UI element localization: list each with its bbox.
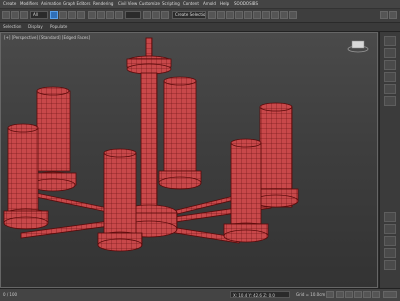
undo-icon[interactable] bbox=[2, 11, 10, 19]
modify-panel-icon[interactable] bbox=[384, 48, 396, 58]
perspective-viewport[interactable]: [+] [Perspective] [Standard] [Edged Face… bbox=[0, 32, 378, 288]
material-editor-icon[interactable] bbox=[253, 11, 261, 19]
chandelier-mesh bbox=[3, 37, 299, 252]
zoom-icon[interactable] bbox=[384, 212, 396, 222]
snap-toggle-icon[interactable] bbox=[152, 11, 160, 19]
layer-explorer-icon[interactable] bbox=[226, 11, 234, 19]
rotate-icon[interactable] bbox=[97, 11, 105, 19]
coords-readout[interactable]: X: 10.4 Y: 42.6 Z: 0.0 bbox=[230, 291, 290, 298]
menu-animation[interactable]: Animation bbox=[41, 0, 61, 8]
redo-icon[interactable] bbox=[11, 11, 19, 19]
workspace-icon[interactable] bbox=[380, 11, 388, 19]
place-icon[interactable] bbox=[115, 11, 123, 19]
menu-create[interactable]: Create bbox=[3, 0, 16, 8]
render-icon[interactable] bbox=[280, 11, 288, 19]
menu-modifiers[interactable]: Modifiers bbox=[20, 0, 38, 8]
user-icon[interactable] bbox=[389, 11, 397, 19]
menu-scripting[interactable]: Scripting bbox=[162, 0, 180, 8]
motion-panel-icon[interactable] bbox=[384, 72, 396, 82]
rect-selection-icon[interactable] bbox=[68, 11, 76, 19]
selection-filter-dropdown[interactable]: All bbox=[30, 11, 48, 19]
chandelier-model[interactable] bbox=[1, 33, 378, 288]
play-icon[interactable] bbox=[354, 291, 362, 298]
go-to-start-icon[interactable] bbox=[336, 291, 344, 298]
orbit-icon[interactable] bbox=[384, 224, 396, 234]
render-setup-icon[interactable] bbox=[262, 11, 270, 19]
menu-rendering[interactable]: Rendering bbox=[93, 0, 113, 8]
scale-icon[interactable] bbox=[106, 11, 114, 19]
tab-populate[interactable]: Populate bbox=[50, 23, 67, 31]
link-icon[interactable] bbox=[20, 11, 28, 19]
tab-selection[interactable]: Selection bbox=[3, 23, 21, 31]
menu-graph-editors[interactable]: Graph Editors bbox=[63, 0, 90, 8]
utilities-panel-icon[interactable] bbox=[384, 96, 396, 106]
maximize-viewport-icon[interactable] bbox=[384, 260, 396, 270]
move-icon[interactable] bbox=[88, 11, 96, 19]
display-panel-icon[interactable] bbox=[384, 84, 396, 94]
go-to-end-icon[interactable] bbox=[372, 291, 380, 298]
menu-arnold[interactable]: Arnold bbox=[203, 0, 216, 8]
menu-soodosibs[interactable]: SOODOSIBS bbox=[234, 0, 258, 8]
viewcube-icon[interactable] bbox=[347, 40, 369, 53]
main-toolbar: All Create Selection Set bbox=[0, 9, 400, 23]
curve-editor-icon[interactable] bbox=[235, 11, 243, 19]
menu-customize[interactable]: Customize bbox=[139, 0, 160, 8]
reference-coord-dropdown[interactable] bbox=[125, 11, 141, 19]
pan-icon[interactable] bbox=[384, 236, 396, 246]
menu-help[interactable]: Help bbox=[220, 0, 229, 8]
menu-bar: Create Modifiers Animation Graph Editors… bbox=[0, 0, 400, 9]
menu-content[interactable]: Content bbox=[183, 0, 199, 8]
create-panel-icon[interactable] bbox=[384, 36, 396, 46]
angle-snap-icon[interactable] bbox=[161, 11, 169, 19]
time-config-icon[interactable] bbox=[383, 291, 397, 298]
command-panel bbox=[379, 32, 400, 288]
select-object-icon[interactable] bbox=[50, 11, 58, 19]
fov-icon[interactable] bbox=[384, 248, 396, 258]
named-selection-sets-field[interactable]: Create Selection Set bbox=[172, 11, 206, 19]
align-icon[interactable] bbox=[217, 11, 225, 19]
select-by-name-icon[interactable] bbox=[59, 11, 67, 19]
mirror-icon[interactable] bbox=[208, 11, 216, 19]
prev-frame-icon[interactable] bbox=[345, 291, 353, 298]
schematic-view-icon[interactable] bbox=[244, 11, 252, 19]
frame-counter: 0 / 100 bbox=[3, 292, 18, 297]
next-frame-icon[interactable] bbox=[363, 291, 371, 298]
tab-display[interactable]: Display bbox=[28, 23, 43, 31]
grid-size: Grid = 10.0cm bbox=[296, 292, 326, 297]
pivot-icon[interactable] bbox=[143, 11, 151, 19]
render-frame-icon[interactable] bbox=[271, 11, 279, 19]
auto-key-button[interactable] bbox=[326, 291, 334, 298]
status-bar: 0 / 100 X: 10.4 Y: 42.6 Z: 0.0 Grid = 10… bbox=[0, 288, 400, 301]
arnold-render-icon[interactable] bbox=[289, 11, 297, 19]
menu-civil-view[interactable]: Civil View bbox=[118, 0, 137, 8]
coords-text: X: 10.4 Y: 42.6 Z: 0.0 bbox=[233, 293, 275, 298]
window-crossing-icon[interactable] bbox=[77, 11, 85, 19]
ribbon-bar: Selection Display Populate bbox=[0, 23, 400, 32]
hierarchy-panel-icon[interactable] bbox=[384, 60, 396, 70]
